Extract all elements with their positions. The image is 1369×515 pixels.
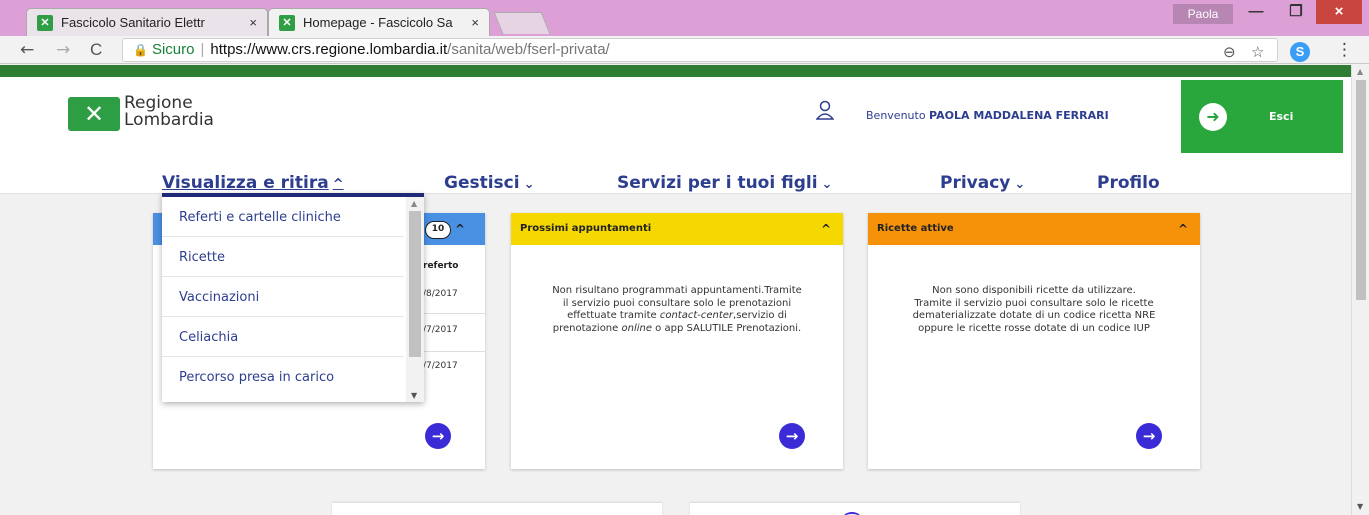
site-header: ✕ Regione Lombardia Benvenuto PAOLA MADD…: [0, 77, 1351, 194]
chevron-down-icon: ⌄: [821, 177, 833, 192]
dropdown-item-vaccinazioni[interactable]: Vaccinazioni: [162, 277, 404, 317]
exit-icon: ➜: [1199, 103, 1227, 131]
welcome-prefix: Benvenuto: [866, 109, 930, 122]
maximize-icon[interactable]: ❐: [1276, 0, 1316, 24]
web-page: ✕ Regione Lombardia Benvenuto PAOLA MADD…: [0, 65, 1351, 515]
nav-label: Servizi per i tuoi figli: [617, 173, 818, 193]
scroll-up-icon[interactable]: ▲: [1357, 67, 1363, 76]
regione-lombardia-logo-text[interactable]: Regione Lombardia: [124, 95, 214, 129]
tab-close-icon[interactable]: ×: [471, 15, 479, 30]
body-text: Non sono disponibili ricette da utilizza…: [932, 285, 1136, 296]
nav-label: Privacy: [940, 173, 1011, 193]
body-text-italic: online: [621, 322, 652, 334]
browser-tab-homepage[interactable]: ✕ Homepage - Fascicolo Sa ×: [268, 8, 490, 36]
skype-extension-icon[interactable]: S: [1290, 42, 1310, 62]
dropdown-scroll-thumb[interactable]: [409, 211, 421, 357]
browser-toolbar: ← → C 🔒 Sicuro | https://www.crs.regione.lo…: [0, 36, 1369, 64]
collapse-icon[interactable]: ^: [1178, 213, 1188, 245]
browser-tab-fascicolo[interactable]: ✕ Fascicolo Sanitario Elettr ×: [26, 8, 268, 36]
nav-profilo[interactable]: Profilo: [1097, 173, 1160, 193]
referti-count-badge: 10: [425, 221, 451, 239]
scroll-down-icon[interactable]: ▼: [411, 391, 417, 400]
card-title: Prossimi appuntamenti: [520, 223, 652, 234]
url-bar[interactable]: 🔒 Sicuro | https://www.crs.regione.lombardi…: [122, 38, 1278, 62]
dropdown-scrollbar[interactable]: ▲ ▼: [406, 197, 424, 402]
regione-lombardia-logo-icon[interactable]: ✕: [68, 97, 120, 131]
scroll-up-icon[interactable]: ▲: [411, 199, 417, 208]
welcome-message: Benvenuto PAOLA MADDALENA FERRARI: [866, 109, 1109, 122]
url-host: https://www.crs.regione.lombardia.it: [210, 41, 448, 58]
card-header[interactable]: Ricette attive ^: [868, 213, 1200, 245]
collapse-icon[interactable]: ^: [821, 213, 831, 245]
logout-button[interactable]: ➜ Esci: [1181, 80, 1343, 153]
minimize-icon[interactable]: —: [1236, 0, 1276, 24]
appuntamenti-arrow-button[interactable]: →: [779, 423, 805, 449]
dropdown-item-celiachia[interactable]: Celiachia: [162, 317, 404, 357]
nav-gestisci[interactable]: Gestisci ⌄: [444, 173, 535, 193]
row-divider: [419, 351, 485, 352]
referto-date: /7/2017: [423, 325, 458, 335]
window-close-icon[interactable]: ×: [1316, 0, 1362, 24]
url-path: /sanita/web/fserl-privata/: [447, 41, 610, 58]
regione-favicon-icon: ✕: [279, 14, 295, 31]
tab-close-icon[interactable]: ×: [249, 15, 257, 30]
referto-date: /7/2017: [423, 361, 458, 371]
back-arrow-icon[interactable]: ←: [20, 40, 34, 60]
body-text-italic: contact-center: [659, 310, 734, 321]
chevron-up-icon: ^: [332, 177, 344, 192]
chevron-down-icon: ⌄: [1014, 177, 1026, 192]
dropdown-item-ricette[interactable]: Ricette: [162, 237, 404, 277]
body-text: Tramite il servizio puoi consultare solo…: [912, 297, 1156, 334]
chevron-down-icon: ⌄: [523, 177, 535, 192]
browser-titlebar: ✕ Fascicolo Sanitario Elettr × ✕ Homepag…: [0, 0, 1369, 36]
logout-label: Esci: [1269, 110, 1294, 123]
collapse-icon[interactable]: ^: [455, 222, 465, 236]
secure-label: Sicuro: [151, 41, 195, 58]
user-icon: [816, 100, 834, 120]
tab-label: Homepage - Fascicolo Sa: [303, 15, 453, 30]
card-body-text: Non sono disponibili ricette da utilizza…: [868, 245, 1200, 335]
referti-arrow-button[interactable]: →: [425, 423, 451, 449]
browser-profile-chip[interactable]: Paola: [1173, 4, 1233, 24]
card-prossimi-appuntamenti: Prossimi appuntamenti ^ Non risultano pr…: [511, 213, 843, 469]
lock-icon: 🔒: [133, 43, 148, 57]
ricette-arrow-button[interactable]: →: [1136, 423, 1162, 449]
card-title: Ricette attive: [877, 223, 954, 234]
new-tab-button[interactable]: [493, 12, 551, 34]
next-card-partial: [332, 503, 662, 515]
card-ricette-attive: Ricette attive ^ Non sono disponibili ri…: [868, 213, 1200, 469]
nav-visualizza-e-ritira[interactable]: Visualizza e ritira ^: [162, 173, 344, 193]
nav-label: Visualizza e ritira: [162, 173, 329, 193]
regione-favicon-icon: ✕: [37, 14, 53, 31]
tab-label: Fascicolo Sanitario Elettr: [61, 15, 205, 30]
forward-arrow-icon[interactable]: →: [56, 40, 70, 60]
logo-line-2: Lombardia: [124, 110, 214, 130]
user-name: PAOLA MADDALENA FERRARI: [929, 109, 1109, 122]
body-text: o app SALUTILE Prenotazioni.: [652, 322, 802, 334]
card-body-text: Non risultano programmati appuntamenti.T…: [511, 245, 843, 335]
url-separator: |: [200, 41, 205, 58]
nav-label: Profilo: [1097, 173, 1160, 193]
row-divider: [419, 313, 485, 314]
browser-menu-icon[interactable]: ⋮: [1336, 40, 1353, 60]
page-scrollbar[interactable]: ▲ ▼: [1351, 65, 1369, 515]
page-scroll-thumb[interactable]: [1356, 80, 1366, 300]
card-header[interactable]: Prossimi appuntamenti ^: [511, 213, 843, 245]
nav-servizi-per-i-tuoi-figli[interactable]: Servizi per i tuoi figli ⌄: [617, 173, 832, 193]
referto-date: /8/2017: [423, 289, 458, 299]
dropdown-item-percorso[interactable]: Percorso presa in carico: [162, 357, 404, 397]
scroll-down-icon[interactable]: ▼: [1357, 502, 1363, 511]
nav-privacy[interactable]: Privacy ⌄: [940, 173, 1025, 193]
top-brand-bar: [0, 65, 1351, 77]
visualizza-dropdown-menu: Referti e cartelle cliniche Ricette Vacc…: [162, 193, 424, 402]
dropdown-item-referti[interactable]: Referti e cartelle cliniche: [162, 197, 404, 237]
column-header-referto: referto: [423, 261, 459, 271]
nav-label: Gestisci: [444, 173, 520, 193]
bookmark-star-icon[interactable]: ☆: [1251, 42, 1264, 64]
reload-icon[interactable]: C: [90, 40, 102, 60]
zoom-icon[interactable]: ⊖: [1223, 42, 1236, 64]
